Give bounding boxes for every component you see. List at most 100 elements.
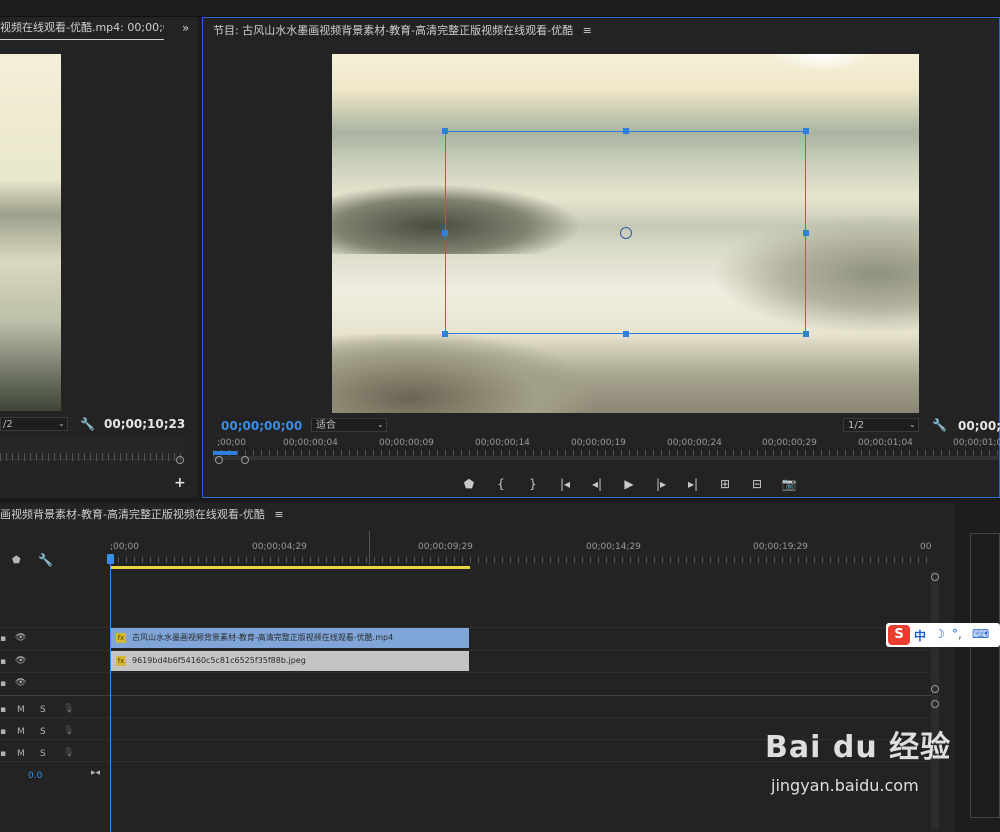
ruler-tick: 00;00;14;29 (586, 542, 641, 552)
fx-badge: fx (116, 655, 126, 666)
play-button[interactable]: ▶ (613, 475, 645, 493)
ruler-tick: 00;00;00;24 (667, 438, 722, 448)
track-headers: ⬟ 🔧 ▪ 👁 ▪ 👁 ▪ 👁 ▪ M S 🎙 ▪ M S 🎙 ▪ M S 🎙 … (0, 527, 108, 832)
ruler-tick: 00;00;04;29 (252, 542, 307, 552)
solo-button[interactable]: S (40, 749, 46, 759)
ruler-tick: ;00;00 (110, 542, 139, 552)
quality-select[interactable]: 1/2 (843, 418, 919, 432)
timeline-time-ruler[interactable]: ;00;00 00;00;04;29 00;00;09;29 00;00;14;… (110, 539, 932, 569)
resize-handle-r[interactable] (803, 230, 809, 236)
add-button[interactable]: + (174, 475, 186, 491)
ruler-tick: ;00;00 (217, 438, 246, 448)
solo-button[interactable]: S (40, 705, 46, 715)
scroll-handle-left[interactable] (215, 456, 223, 464)
sync-lock-icon[interactable]: ▪ (0, 749, 6, 759)
work-area-bar[interactable] (110, 566, 470, 569)
mute-button[interactable]: M (17, 727, 25, 737)
resize-handle-b[interactable] (623, 331, 629, 337)
resize-handle-t[interactable] (623, 128, 629, 134)
transport-controls: ⬟ { } |◂ ◂| ▶ |▸ ▸| ⊞ ⊟ 📷 (453, 475, 805, 493)
punctuation-icon[interactable]: °, (952, 627, 962, 641)
baidu-watermark: Bai du 经验 jingyan.baidu.com (765, 722, 965, 812)
program-timecode[interactable]: 00;00;00;00 (221, 419, 302, 433)
mark-out-button[interactable]: } (517, 475, 549, 493)
mountain-bottom (332, 334, 592, 413)
mute-button[interactable]: M (17, 705, 25, 715)
marker-icon[interactable]: ⬟ (12, 555, 21, 566)
mic-icon[interactable]: 🎙 (63, 726, 74, 736)
video-clip[interactable]: fx 古风山水水墨画视频背景素材-教育-高清完整正版视频在线观看-优酷.mp4 (110, 628, 469, 648)
expand-panels-button[interactable]: » (182, 21, 189, 35)
resize-handle-bl[interactable] (442, 331, 448, 337)
ruler-tick: 00;00;00;19 (571, 438, 626, 448)
resize-handle-br[interactable] (803, 331, 809, 337)
fx-badge: fx (116, 632, 126, 643)
resize-handle-l[interactable] (442, 230, 448, 236)
panel-menu-icon[interactable]: ≡ (583, 24, 592, 37)
resize-handle-tr[interactable] (803, 128, 809, 134)
top-menu-bar (0, 0, 1000, 17)
moon-icon[interactable]: ☽ (934, 627, 945, 641)
zoom-scrollbar[interactable] (213, 456, 999, 460)
solo-button[interactable]: S (40, 727, 46, 737)
ime-toolbar[interactable]: S 中 ☽ °, ⌨ (886, 623, 1000, 647)
audio-meter (970, 533, 1000, 818)
sync-lock-icon[interactable]: ▪ (0, 727, 6, 737)
panel-menu-icon[interactable]: ≡ (274, 508, 283, 521)
mic-icon[interactable]: 🎙 (63, 748, 74, 758)
go-to-end-icon[interactable]: ▸◂ (91, 768, 100, 778)
sync-lock-icon[interactable]: ▪ (0, 679, 6, 689)
eye-icon[interactable]: 👁 (15, 656, 26, 666)
wrench-icon[interactable]: 🔧 (932, 418, 947, 432)
sync-lock-icon[interactable]: ▪ (0, 634, 6, 644)
source-tab[interactable]: 视频在线观看-优酷.mp4: 00;00;00; (0, 17, 164, 40)
ruler-tick: 00;00;00;09 (379, 438, 434, 448)
go-to-in-button[interactable]: |◂ (549, 475, 581, 493)
mute-button[interactable]: M (17, 749, 25, 759)
track-divider (0, 695, 932, 696)
mark-in-button[interactable]: { (485, 475, 517, 493)
eye-icon[interactable]: 👁 (15, 678, 26, 688)
chevron-down-icon: ⌄ (58, 419, 65, 428)
export-frame-button[interactable]: 📷 (773, 475, 805, 493)
go-to-out-button[interactable]: ▸| (677, 475, 709, 493)
extract-button[interactable]: ⊟ (741, 475, 773, 493)
ruler-scale (110, 557, 932, 563)
timeline-playhead[interactable] (110, 563, 111, 832)
source-monitor: 视频在线观看-优酷.mp4: 00;00;00; » /2 ⌄ 🔧 00;00;… (0, 17, 198, 498)
step-back-button[interactable]: ◂| (581, 475, 613, 493)
wrench-icon[interactable]: 🔧 (80, 417, 95, 431)
image-clip[interactable]: fx 9619bd4b6f54160c5c81c6525f35f88b.jpeg (110, 651, 469, 671)
ruler-tick: 00;00;01;0 (953, 438, 1000, 448)
wrench-icon[interactable]: 🔧 (38, 553, 53, 567)
mic-icon[interactable]: 🎙 (63, 704, 74, 714)
scroll-knob[interactable] (931, 573, 939, 581)
ruler-tick: 00;00;01;04 (858, 438, 913, 448)
anchor-point-icon[interactable] (620, 227, 632, 239)
master-volume-value[interactable]: 0.0 (28, 771, 42, 781)
resize-handle-tl[interactable] (442, 128, 448, 134)
eye-icon[interactable]: 👁 (15, 633, 26, 643)
scroll-handle-right[interactable] (241, 456, 249, 464)
sync-lock-icon[interactable]: ▪ (0, 705, 6, 715)
fit-select[interactable]: 适合 (311, 418, 387, 432)
playhead-marker[interactable] (213, 451, 237, 455)
ruler-tick: 00;00;19;29 (753, 542, 808, 552)
add-marker-button[interactable]: ⬟ (453, 475, 485, 493)
ime-mode[interactable]: 中 (914, 627, 926, 644)
lift-button[interactable]: ⊞ (709, 475, 741, 493)
program-title: 节目: 古风山水水墨画视频背景素材-教育-高清完整正版视频在线观看-优酷 ≡ (213, 22, 592, 38)
keyboard-icon[interactable]: ⌨ (972, 627, 989, 641)
scroll-knob[interactable] (931, 700, 939, 708)
ruler-tick: 00;00;00;14 (475, 438, 530, 448)
watermark-url: jingyan.baidu.com (771, 776, 919, 795)
sync-lock-icon[interactable]: ▪ (0, 657, 6, 667)
program-title-text: 节目: 古风山水水墨画视频背景素材-教育-高清完整正版视频在线观看-优酷 (213, 24, 574, 37)
source-scroll-handle[interactable] (176, 456, 184, 464)
ruler-tick: 00;00;09;29 (418, 542, 473, 552)
program-video-frame[interactable] (332, 54, 919, 413)
ime-logo[interactable]: S (888, 625, 910, 645)
scroll-knob[interactable] (931, 685, 939, 693)
step-forward-button[interactable]: |▸ (645, 475, 677, 493)
playhead-handle[interactable] (107, 554, 114, 564)
